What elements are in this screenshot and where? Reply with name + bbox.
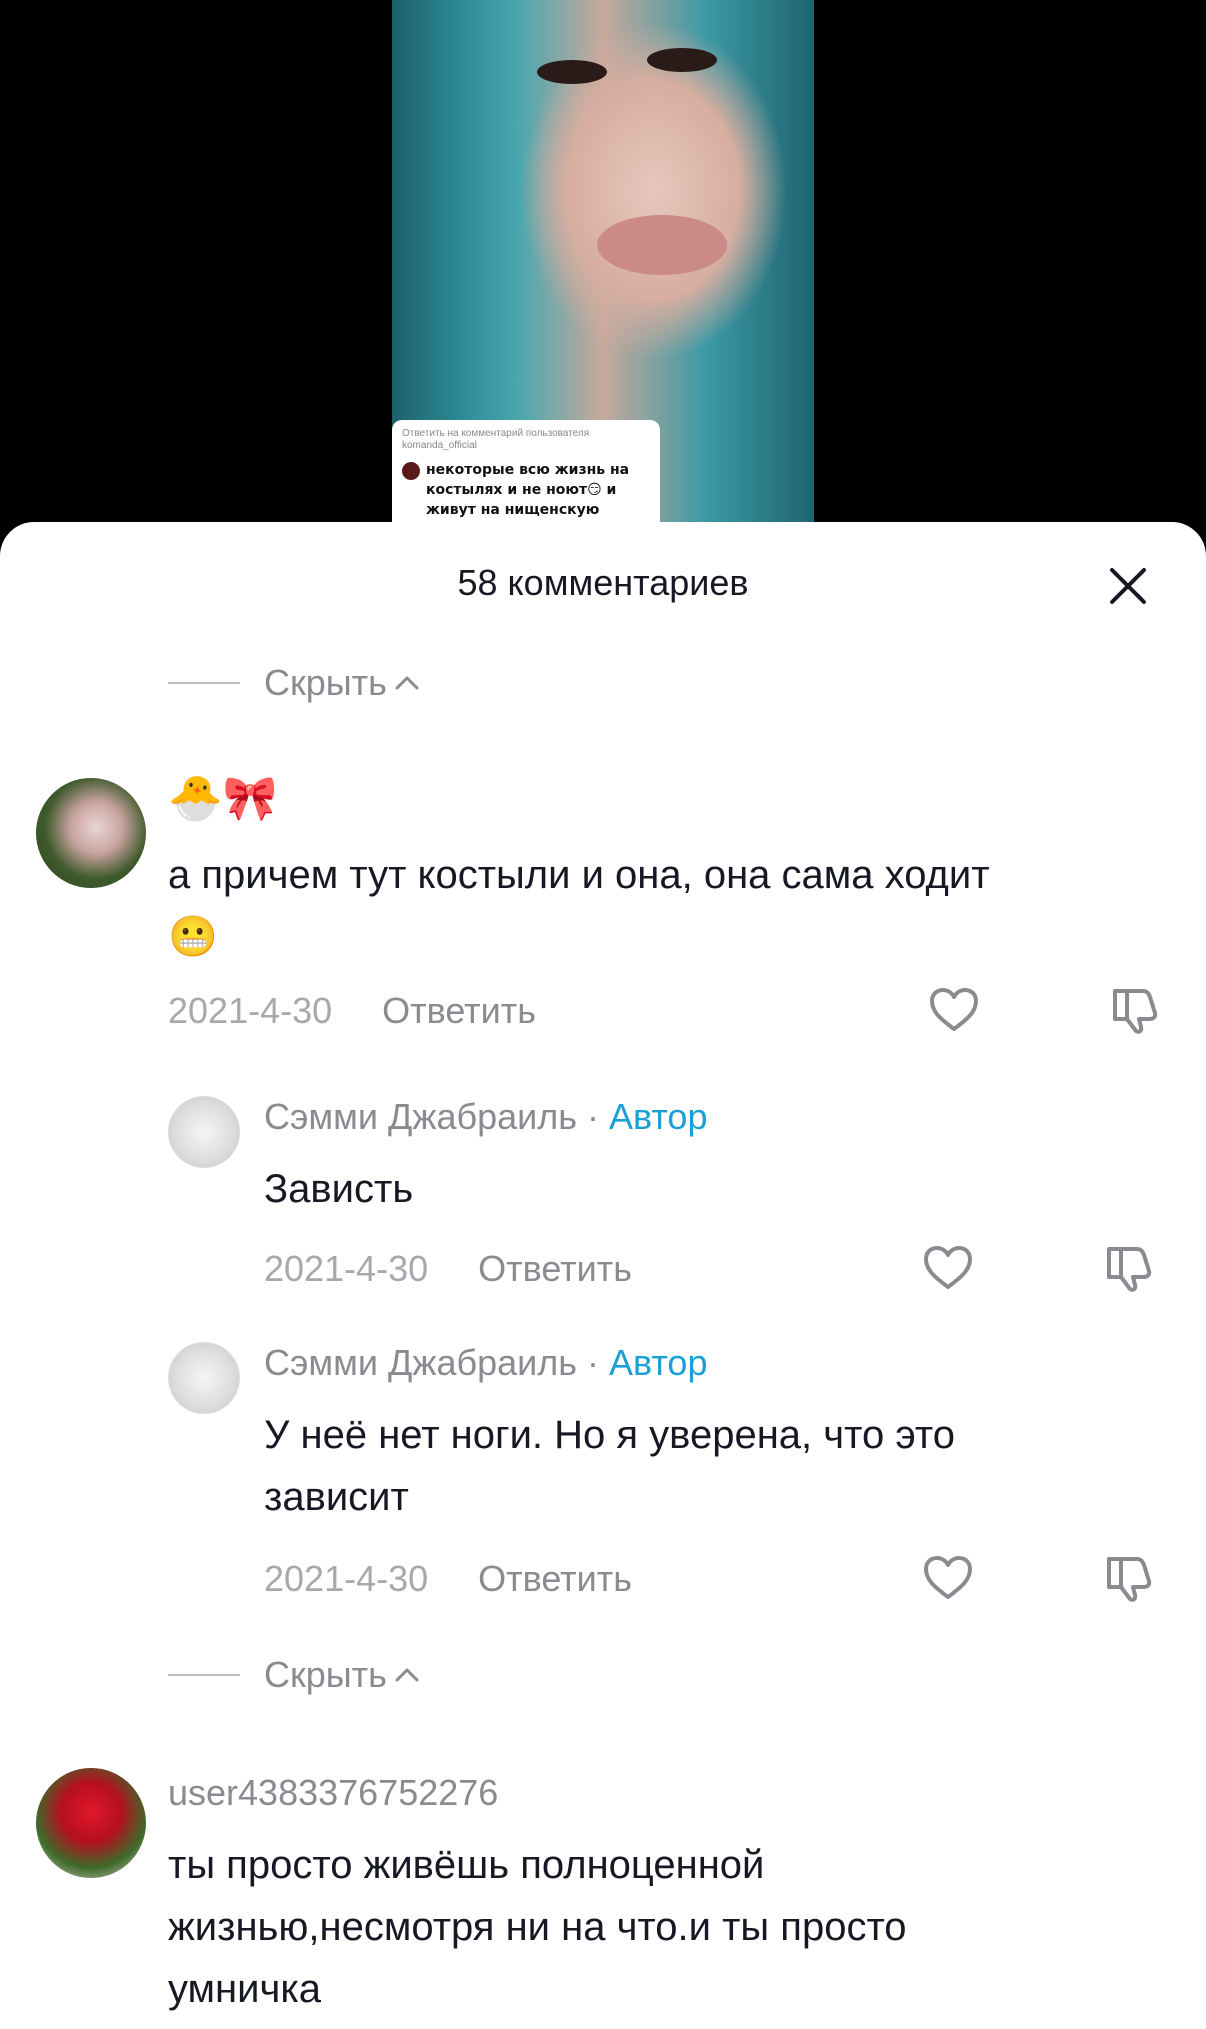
comments-sheet: 58 комментариев Скрыть 🐣🎀 а причем тут к… bbox=[0, 522, 1206, 2029]
chevron-up-icon bbox=[395, 676, 419, 690]
divider-line bbox=[168, 1674, 240, 1676]
reply-sticker-avatar bbox=[402, 462, 420, 480]
comment-username[interactable]: user4383376752276 bbox=[168, 1772, 498, 1814]
like-button[interactable] bbox=[920, 1240, 976, 1296]
divider-line bbox=[168, 682, 240, 684]
video-face-detail bbox=[537, 60, 607, 84]
video-face-detail bbox=[597, 215, 727, 275]
close-button[interactable] bbox=[1100, 558, 1156, 614]
comment-text-line: а причем тут костыли и она, она сама ход… bbox=[168, 853, 990, 897]
username-separator: · bbox=[587, 1096, 599, 1137]
thumbs-down-icon bbox=[1113, 989, 1158, 1034]
hide-replies-label: Скрыть bbox=[264, 1654, 387, 1695]
comment-username[interactable]: 🐣🎀 bbox=[168, 772, 278, 824]
video-face-detail bbox=[647, 48, 717, 72]
like-button[interactable] bbox=[920, 1550, 976, 1606]
reply-button[interactable]: Ответить bbox=[478, 1248, 632, 1290]
reply-username[interactable]: Сэмми Джабраиль bbox=[264, 1342, 577, 1384]
reply-text-line: У неё нет ноги. Но я уверена, что это bbox=[264, 1413, 955, 1457]
dislike-button[interactable] bbox=[1106, 982, 1162, 1038]
reply-button[interactable]: Ответить bbox=[478, 1558, 632, 1600]
close-icon bbox=[1110, 568, 1146, 604]
author-avatar[interactable] bbox=[168, 1096, 240, 1168]
reply-username-row: Сэмми Джабраиль · Автор bbox=[264, 1342, 707, 1384]
thumbs-down-icon bbox=[1107, 1247, 1152, 1292]
reply-date: 2021-4-30 bbox=[264, 1558, 429, 1599]
heart-outline-icon bbox=[924, 1556, 972, 1599]
thumbs-down-icon bbox=[1107, 1557, 1152, 1602]
dislike-button[interactable] bbox=[1100, 1240, 1156, 1296]
comment-meta: 2021-4-30 Ответить bbox=[168, 990, 536, 1032]
like-button[interactable] bbox=[926, 982, 982, 1038]
heart-outline-icon bbox=[924, 1246, 972, 1289]
reply-date: 2021-4-30 bbox=[264, 1248, 429, 1289]
reply-sticker-text: некоторые всю жизнь на костылях и не ною… bbox=[426, 462, 630, 518]
comment-username-row: user4383376752276 bbox=[168, 1772, 498, 1814]
reply-text: Зависть bbox=[264, 1167, 414, 1211]
comment-username-row: 🐣🎀 bbox=[168, 772, 278, 824]
comment-text: ты просто живёшь полноценной жизнью,несм… bbox=[168, 1834, 907, 2020]
comment-text-line: умничка bbox=[168, 1967, 321, 2011]
reply-text-line: зависит bbox=[264, 1475, 409, 1519]
chevron-up-icon bbox=[395, 1668, 419, 1682]
hide-replies-button[interactable]: Скрыть bbox=[168, 1654, 421, 1696]
reply-username-row: Сэмми Джабраиль · Автор bbox=[264, 1096, 707, 1138]
hide-replies-label: Скрыть bbox=[264, 662, 387, 703]
reply-username[interactable]: Сэмми Джабраиль bbox=[264, 1096, 577, 1138]
username-separator: · bbox=[587, 1342, 599, 1383]
reply-button[interactable]: Ответить bbox=[382, 990, 536, 1032]
heart-outline-icon bbox=[930, 988, 978, 1031]
avatar[interactable] bbox=[36, 1768, 146, 1878]
avatar[interactable] bbox=[36, 778, 146, 888]
video-player[interactable]: Ответить на комментарий пользователя kom… bbox=[0, 0, 1206, 530]
author-badge: Автор bbox=[609, 1096, 708, 1137]
comment-text-line: жизнью,несмотря ни на что.и ты просто bbox=[168, 1905, 907, 1949]
comment-text: а причем тут костыли и она, она сама ход… bbox=[168, 844, 990, 968]
comments-count-title: 58 комментариев bbox=[457, 562, 749, 603]
comment-date: 2021-4-30 bbox=[168, 990, 333, 1031]
comment-text-line: ты просто живёшь полноценной bbox=[168, 1843, 765, 1887]
comment-text-line: 😬 bbox=[168, 914, 218, 960]
author-avatar[interactable] bbox=[168, 1342, 240, 1414]
reply-meta: 2021-4-30 Ответить bbox=[264, 1248, 632, 1290]
reply-text: У неё нет ноги. Но я уверена, что это за… bbox=[264, 1404, 955, 1528]
dislike-button[interactable] bbox=[1100, 1550, 1156, 1606]
reply-sticker-header: Ответить на комментарий пользователя kom… bbox=[402, 428, 590, 451]
hide-replies-button[interactable]: Скрыть bbox=[168, 662, 421, 704]
author-badge: Автор bbox=[609, 1342, 708, 1383]
reply-sticker: Ответить на комментарий пользователя kom… bbox=[392, 420, 660, 530]
reply-meta: 2021-4-30 Ответить bbox=[264, 1558, 632, 1600]
